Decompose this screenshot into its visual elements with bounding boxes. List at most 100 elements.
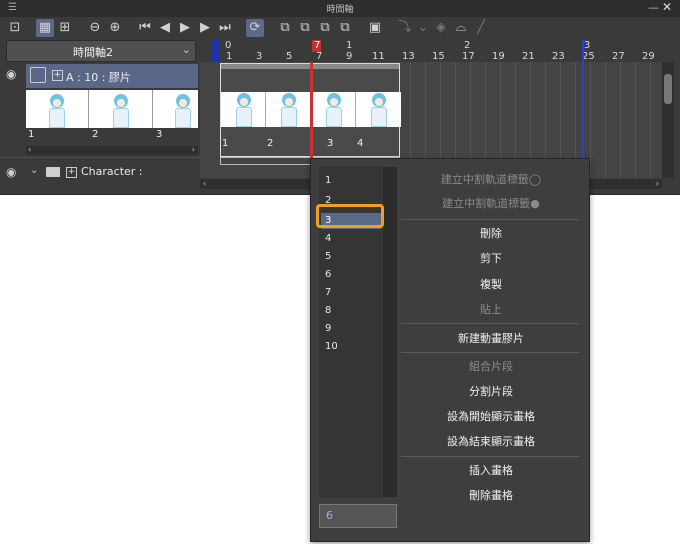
close-icon[interactable]: ✕ [662, 0, 672, 14]
menu-item-cut[interactable]: 剪下 [401, 250, 581, 270]
cel-number: 3 [156, 129, 163, 140]
ruler-label: 1 [226, 51, 233, 62]
cel-thumbnail[interactable] [26, 90, 89, 128]
menu-item-delete-frame[interactable]: 刪除畫格 [401, 487, 581, 507]
scroll-right-icon[interactable]: › [656, 179, 659, 188]
character-figure [323, 93, 345, 127]
clip-frame[interactable] [311, 92, 356, 127]
clip-frame-number: 3 [327, 138, 334, 149]
eye-icon[interactable]: ◉ [6, 67, 16, 81]
frame-list-item[interactable]: 5 [325, 251, 331, 262]
cel-number: 1 [28, 129, 35, 140]
ruler-label: 17 [462, 51, 475, 62]
toolbar: ⊡ ▦ ⊞ ⊖ ⊕ ⏮ ◀ ▶ ▶ ⏭ ⟳ ⧉ ⧉ ⧉ ⧉ ▣ ⤵ ⌄ ◈ ⌓ … [0, 17, 680, 39]
next-frame-icon[interactable]: ▶ [196, 19, 214, 37]
pen-icon[interactable]: ╱ [472, 19, 490, 37]
scroll-left-icon[interactable]: ‹ [28, 145, 31, 154]
cel-thumbnails [26, 90, 198, 128]
prev-frame-icon[interactable]: ◀ [156, 19, 174, 37]
menu-item-copy[interactable]: 複製 [401, 276, 581, 296]
animation-folder-icon [30, 67, 46, 83]
scroll-thumb[interactable] [664, 74, 672, 104]
loop-icon[interactable]: ⟳ [246, 19, 264, 37]
frame-list-item[interactable]: 7 [325, 287, 331, 298]
folder-icon [46, 167, 60, 177]
eye-icon[interactable]: ◉ [6, 165, 16, 179]
window-title: 時間軸 [326, 5, 354, 15]
timeline-name: 時間軸2 [73, 46, 113, 59]
clip-frame[interactable] [221, 92, 266, 127]
menu-item-split-clip[interactable]: 分割片段 [401, 383, 581, 403]
minimize-icon[interactable]: — [648, 1, 659, 14]
zoom-in-icon[interactable]: ⊕ [106, 19, 124, 37]
frame-list-scrollbar[interactable] [383, 167, 397, 497]
keyframe-add-icon[interactable]: ◈ [432, 19, 450, 37]
ruler-top-label: 7 [314, 40, 321, 51]
frame-list-item[interactable]: 8 [325, 305, 331, 316]
menu-item-set-end-frame[interactable]: 設為結束顯示畫格 [401, 433, 581, 453]
specify-frame-icon[interactable]: ⧉ [296, 19, 314, 37]
scroll-right-icon[interactable]: › [192, 145, 195, 154]
menu-item-create-inbetween-open[interactable]: 建立中割軌道標籤◯ [401, 171, 581, 191]
menu-item-delete[interactable]: 刪除 [401, 225, 581, 245]
cel-numbers: 1 2 3 [26, 128, 198, 146]
vertical-scrollbar[interactable] [662, 62, 674, 178]
cel-thumbnail[interactable] [154, 90, 198, 128]
frame-list-item[interactable]: 1 [325, 175, 331, 186]
menu-item-insert-frame[interactable]: 插入畫格 [401, 462, 581, 482]
ruler-label: 7 [316, 51, 323, 62]
onion-skin-icon[interactable]: ▣ [366, 19, 384, 37]
menu-item-set-start-frame[interactable]: 設為開始顯示畫格 [401, 408, 581, 428]
menu-separator [401, 456, 579, 457]
ruler-label: 23 [552, 51, 565, 62]
clip-frame[interactable] [266, 92, 311, 127]
frame-number-input[interactable]: 6 [319, 504, 397, 528]
clip-frame-number: 2 [267, 138, 274, 149]
keyframe-dropdown-icon[interactable]: ⌄ [414, 19, 432, 37]
cel-thumbnail[interactable] [90, 90, 153, 128]
timeline-settings-icon[interactable]: ⊡ [6, 19, 24, 37]
new-timeline-icon[interactable]: ⊞ [56, 19, 74, 37]
keyframe-icon[interactable]: ⤵ [396, 19, 414, 37]
camera-path-icon[interactable]: ⌓ [452, 19, 470, 37]
ruler-label: 13 [402, 51, 415, 62]
start-marker[interactable] [212, 40, 220, 62]
cel-icon[interactable]: ⧉ [316, 19, 334, 37]
new-frame-icon[interactable]: ⧉ [276, 19, 294, 37]
film-view-icon[interactable]: ▦ [36, 19, 54, 37]
menu-item-combine-clips[interactable]: 組合片段 [401, 358, 581, 378]
chevron-down-icon: ⌄ [181, 43, 191, 56]
frame-list-item[interactable]: 10 [325, 341, 338, 352]
chevron-down-icon[interactable]: ⌄ [30, 165, 38, 176]
ruler-top-label: 3 [584, 40, 591, 51]
timeline-select[interactable]: 時間軸2 ⌄ [6, 40, 196, 62]
clip-frame[interactable] [356, 92, 401, 127]
cel-delete-icon[interactable]: ⧉ [336, 19, 354, 37]
frame-list-item[interactable]: 6 [325, 269, 331, 280]
ruler-label: 15 [432, 51, 445, 62]
zoom-out-icon[interactable]: ⊖ [86, 19, 104, 37]
menu-separator [401, 352, 579, 353]
menu-item-new-animation-cel[interactable]: 新建動畫膠片 [401, 330, 581, 350]
frame-list-item[interactable]: 4 [325, 233, 331, 244]
character-figure [278, 93, 300, 127]
menu-item-create-inbetween-filled[interactable]: 建立中割軌道標籤● [401, 195, 581, 215]
frame-list-item[interactable]: 9 [325, 323, 331, 334]
expand-plus-icon[interactable]: + [66, 167, 77, 178]
ruler-top-label: 2 [464, 40, 471, 51]
ruler-label: 29 [642, 51, 655, 62]
playhead[interactable] [310, 62, 313, 158]
character-folder-row[interactable]: ◉ ⌄ + Character : [6, 162, 198, 184]
ruler-label: 9 [346, 51, 353, 62]
ruler-label: 27 [612, 51, 625, 62]
menu-item-paste[interactable]: 貼上 [401, 301, 581, 321]
animation-folder-row[interactable]: ◉ + A : 10 : 膠片 [6, 64, 198, 88]
scroll-left-icon[interactable]: ‹ [203, 179, 206, 188]
ruler-label: 21 [522, 51, 535, 62]
play-icon[interactable]: ▶ [176, 19, 194, 37]
expand-plus-icon[interactable]: + [52, 70, 63, 81]
last-frame-icon[interactable]: ⏭ [216, 19, 234, 37]
frame-ruler[interactable]: 0 7 1 2 3 1 3 5 7 9 11 13 15 17 19 21 23… [200, 40, 662, 62]
first-frame-icon[interactable]: ⏮ [136, 19, 154, 37]
thumbnail-scrollbar[interactable]: ‹ › [26, 145, 198, 155]
